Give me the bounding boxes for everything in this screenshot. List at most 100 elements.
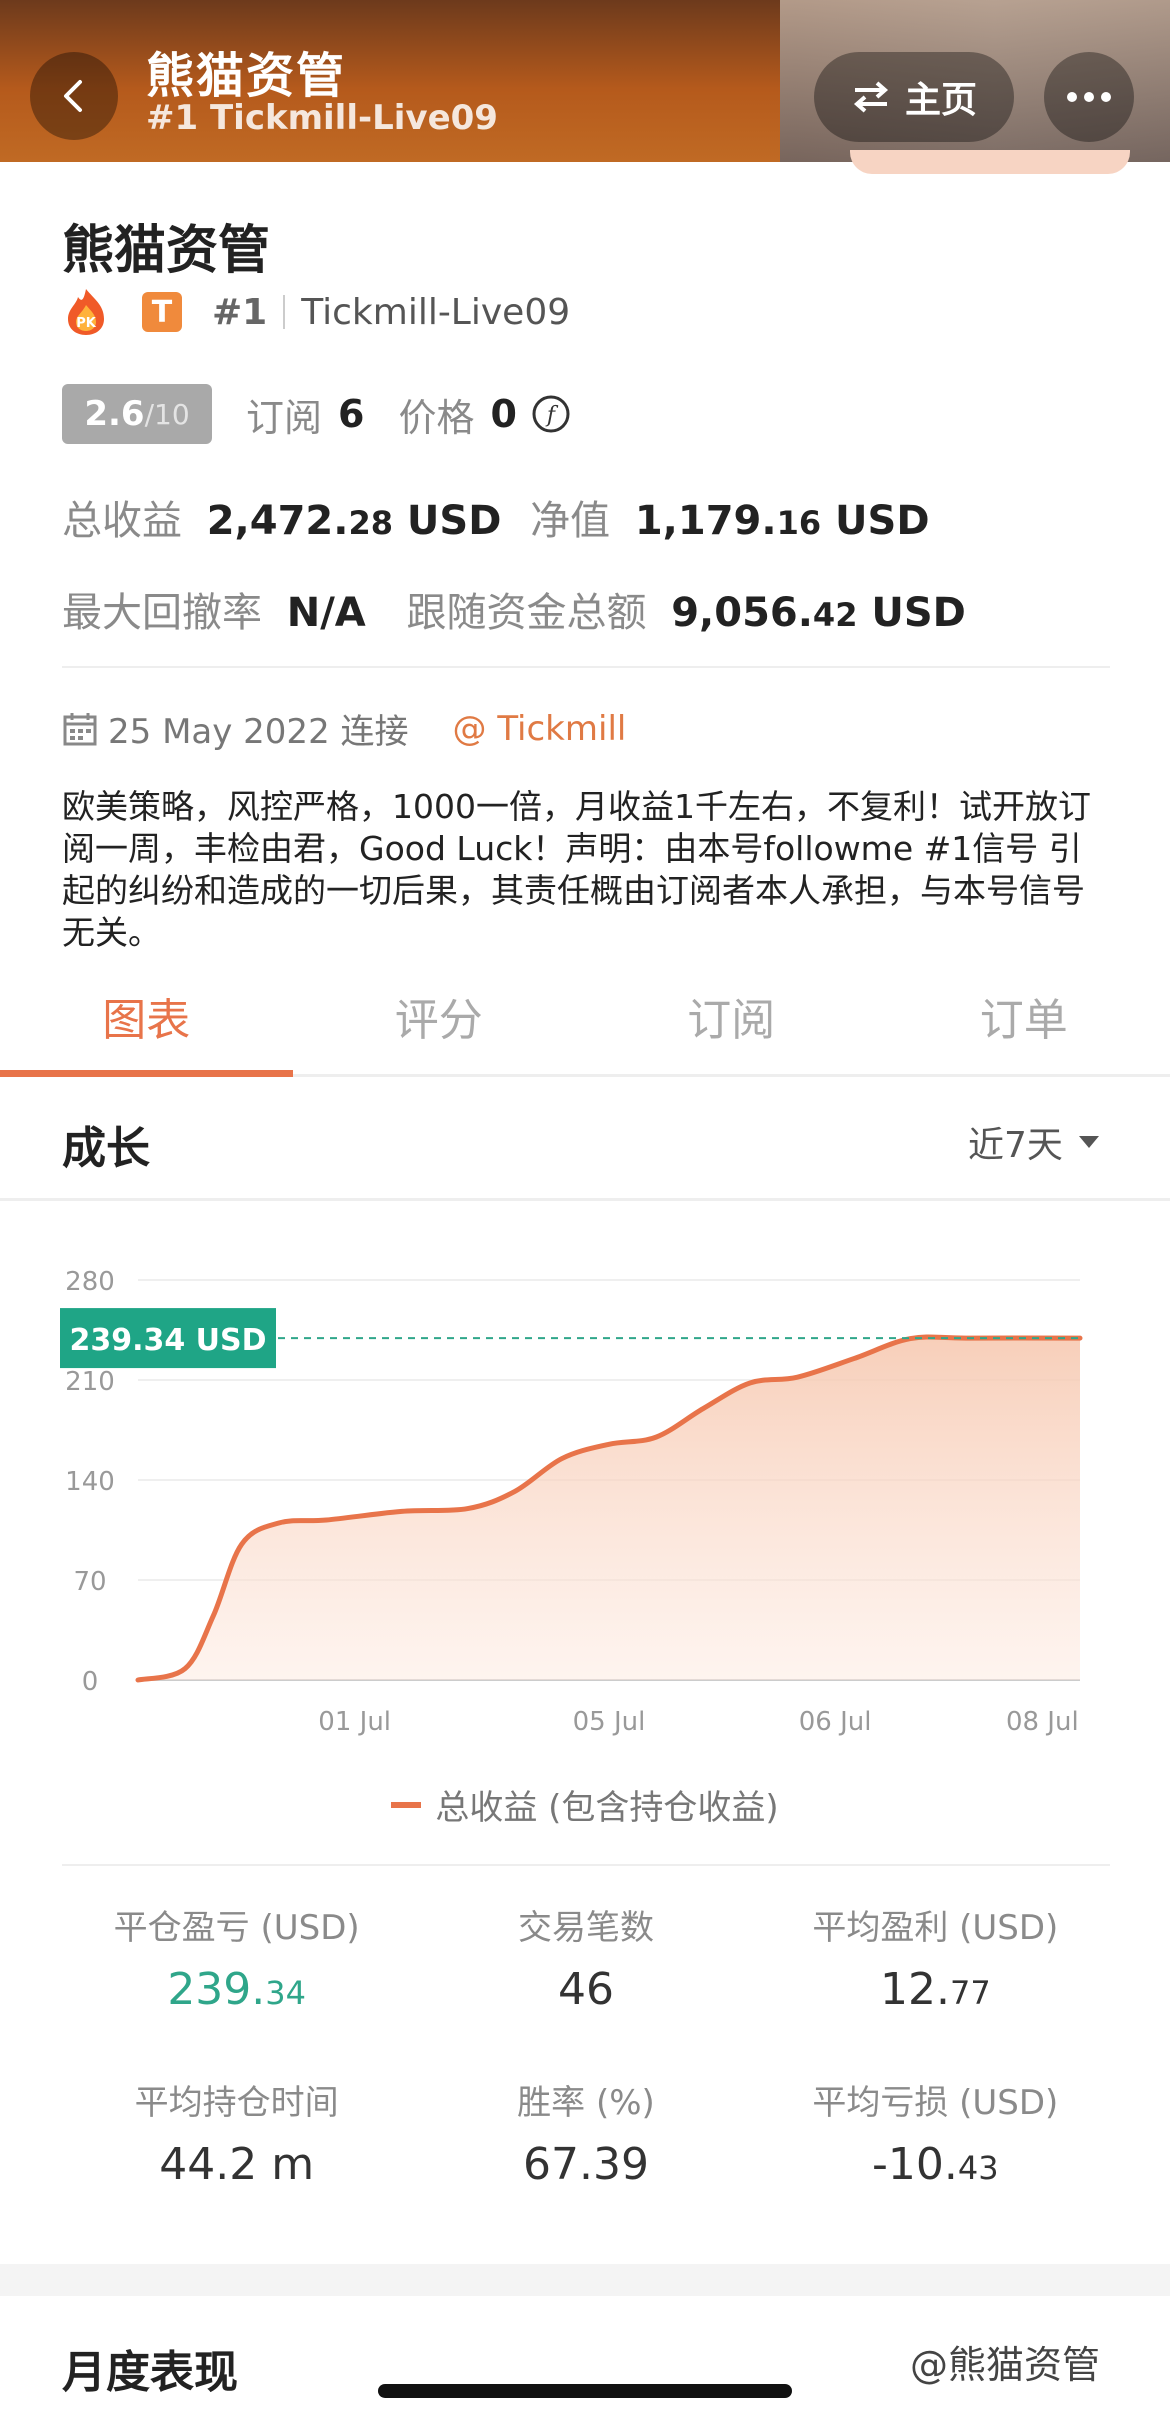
range-selector[interactable]: 近7天: [968, 1116, 1101, 1168]
badge-row: PK T #1 Tickmill-Live09: [62, 284, 570, 340]
y-tick-label: 0: [82, 1667, 99, 1697]
tab-chart[interactable]: 图表: [0, 970, 293, 1077]
x-tick-label: 01 Jul: [318, 1707, 391, 1737]
area-fill: [138, 1336, 1080, 1680]
follow-int: 9,056.: [671, 590, 813, 636]
stat-cell: 平均盈利 (USD) 12.77: [761, 1900, 1110, 2015]
caret-down-icon: [1078, 1136, 1099, 1148]
subscribe-count: 6: [338, 392, 365, 436]
total-profit-label: 总收益: [62, 498, 182, 544]
svg-text:f: f: [545, 403, 559, 428]
growth-chart: 280 210 140 70 0 01 Jul 05 Jul 06 Jul 08 Jul 239.…: [60, 1267, 1083, 1737]
stat-value: 67.39: [523, 2139, 649, 2190]
follow-dec: 42: [812, 596, 858, 634]
total-profit-unit: USD: [406, 498, 502, 544]
home-button[interactable]: 主页: [814, 52, 1014, 142]
divider: [62, 666, 1110, 668]
stat-cell: 平仓盈亏 (USD) 239.34: [62, 1900, 411, 2015]
profile-header: 熊猫资管 #1 Tickmill-Live09 主页: [0, 0, 1170, 162]
stat-value: 12.77: [879, 1964, 991, 2015]
stats-grid: 平仓盈亏 (USD) 239.34 交易笔数 46 平均盈利 (USD) 12.77 平均持…: [62, 1900, 1110, 2190]
score-denominator: /10: [144, 397, 190, 431]
home-indicator: [378, 2384, 792, 2398]
subscribe-label: 订阅: [246, 395, 323, 440]
follow-label: 跟随资金总额: [406, 590, 647, 636]
price-label: 价格: [398, 395, 475, 440]
coin-icon: f: [532, 395, 570, 433]
pk-flame-icon[interactable]: PK: [62, 286, 110, 338]
home-button-label: 主页: [904, 80, 977, 121]
chart-legend: 总收益 (包含持仓收益): [0, 1780, 1170, 1829]
tab-orders[interactable]: 订单: [878, 970, 1170, 1074]
stat-label: 平均亏损 (USD): [812, 2083, 1059, 2123]
stat-label: 平仓盈亏 (USD): [113, 1908, 360, 1948]
total-profit-int: 2,472.: [206, 498, 349, 544]
x-tick-label: 08 Jul: [1006, 1707, 1079, 1737]
range-label: 近7天: [968, 1125, 1063, 1166]
drawdown-value: N/A: [286, 590, 366, 636]
stat-cell: 平均亏损 (USD) -10.43: [761, 2075, 1110, 2190]
stat-label: 胜率 (%): [517, 2083, 655, 2123]
y-tick-label: 140: [65, 1467, 115, 1497]
description: 欧美策略，风控严格，1000一倍，月收益1千左右，不复利！试开放订阅一周，丰检由…: [62, 787, 1091, 952]
stat-cell: 平均持仓时间 44.2 m: [62, 2075, 411, 2190]
rank: #1: [212, 291, 268, 333]
chevron-left-icon: [64, 80, 82, 112]
price-value: 0: [490, 392, 517, 436]
watermark: @熊猫资管: [910, 2343, 1101, 2387]
stat-cell: 交易笔数 46: [411, 1900, 760, 2015]
stat-value: 46: [557, 1964, 614, 2015]
divider: [62, 1864, 1110, 1866]
stat-cell: 胜率 (%) 67.39: [411, 2075, 760, 2190]
monthly-title: 月度表现: [62, 2347, 238, 2398]
legend-swatch: [391, 1801, 422, 1808]
equity-label: 净值: [530, 498, 611, 544]
connect-row: 25 May 2022 连接 @ Tickmill: [62, 704, 626, 753]
connect-date: 25 May 2022 连接: [108, 712, 409, 752]
score-badge: 2.6/10: [62, 384, 212, 444]
score-row: 2.6/10 订阅 6 价格 0 f: [62, 384, 571, 444]
stat-label: 平均盈利 (USD): [812, 1908, 1059, 1948]
swap-icon: [853, 81, 889, 113]
equity-int: 1,179.: [634, 498, 777, 544]
x-tick-label: 06 Jul: [799, 1707, 872, 1737]
equity-dec: 16: [776, 504, 822, 542]
follow-unit: USD: [871, 590, 966, 636]
header-title: 熊猫资管: [146, 48, 347, 104]
y-tick-label: 280: [65, 1267, 115, 1297]
section-gap: [0, 2264, 1170, 2296]
stat-value: 44.2 m: [159, 2139, 315, 2190]
back-button[interactable]: [30, 52, 118, 140]
growth-title: 成长: [62, 1123, 150, 1174]
t-badge-icon: T: [142, 292, 182, 332]
more-icon: [1067, 92, 1111, 102]
divider: [0, 1198, 1170, 1201]
drawdown-row: 最大回撤率 N/A 跟随资金总额 9,056.42 USD: [62, 580, 966, 638]
calendar-icon: [63, 712, 97, 745]
svg-text:PK: PK: [76, 316, 97, 331]
profit-row: 总收益 2,472.28 USD 净值 1,179.16 USD: [62, 488, 930, 546]
tab-rating[interactable]: 评分: [293, 970, 586, 1074]
stat-label: 交易笔数: [517, 1908, 654, 1948]
total-profit-dec: 28: [348, 504, 393, 542]
trader-name: 熊猫资管: [62, 221, 271, 281]
broker-link[interactable]: @ Tickmill: [453, 709, 627, 749]
separator: [283, 295, 286, 329]
score-value: 2.6: [84, 394, 145, 434]
legend-label: 总收益 (包含持仓收益): [435, 1788, 779, 1828]
header-subtitle: #1 Tickmill-Live09: [146, 98, 498, 138]
drawdown-label: 最大回撤率: [62, 590, 262, 636]
more-button[interactable]: [1044, 52, 1134, 142]
stat-value: 239.34: [167, 1964, 306, 2015]
tab-subscribe[interactable]: 订阅: [585, 970, 878, 1074]
current-value-label: 239.34 USD: [69, 1323, 266, 1358]
header-accent: [850, 150, 1130, 174]
stat-value: -10.43: [872, 2139, 999, 2190]
stat-label: 平均持仓时间: [134, 2083, 339, 2123]
equity-unit: USD: [835, 498, 930, 544]
server-name: Tickmill-Live09: [301, 291, 571, 333]
tab-bar: 图表 评分 订阅 订单: [0, 970, 1170, 1077]
x-tick-label: 05 Jul: [573, 1707, 646, 1737]
y-tick-label: 70: [73, 1567, 106, 1597]
y-tick-label: 210: [65, 1367, 115, 1397]
